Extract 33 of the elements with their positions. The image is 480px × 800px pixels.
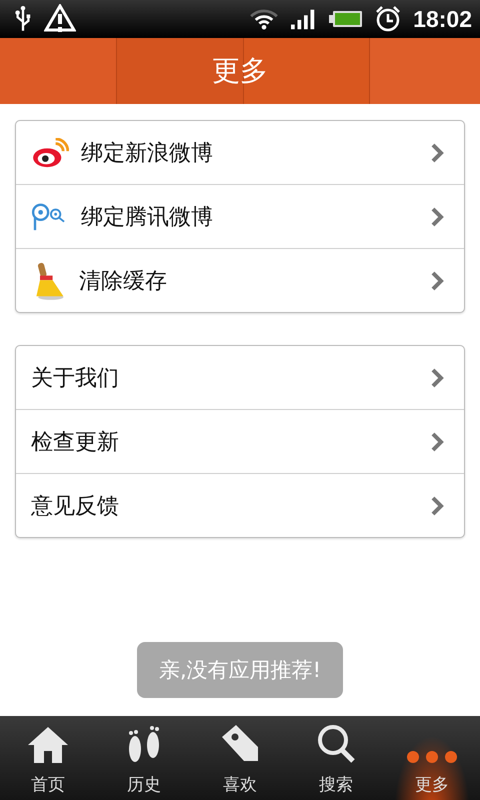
chevron-right-icon [430, 494, 444, 516]
home-icon [26, 725, 70, 765]
tab[interactable]: 搜索 [288, 716, 384, 800]
page-title: 更多 [212, 53, 268, 89]
settings-row[interactable]: 绑定新浪微博 [16, 121, 464, 184]
toast-message: 亲,没有应用推荐! [136, 642, 344, 698]
settings-row[interactable]: 清除缓存 [16, 248, 464, 312]
settings-row[interactable]: 检查更新 [16, 409, 464, 473]
battery-icon [329, 10, 364, 28]
settings-row[interactable]: 绑定腾讯微博 [16, 184, 464, 248]
clock-time: 18:02 [413, 6, 472, 32]
row-label: 绑定新浪微博 [81, 140, 214, 168]
eye-logo-icon [31, 138, 69, 168]
chevron-right-icon [430, 142, 444, 164]
tab[interactable]: 喜欢 [192, 716, 288, 800]
row-label: 绑定腾讯微博 [81, 204, 214, 232]
row-label: 检查更新 [31, 428, 120, 456]
row-label: 清除缓存 [79, 268, 168, 296]
chevron-right-icon [430, 270, 444, 292]
tab[interactable]: 历史 [96, 716, 192, 800]
chevron-right-icon [430, 430, 444, 452]
wifi-icon [249, 8, 280, 30]
settings-row[interactable]: 意见反馈 [16, 473, 464, 537]
warning-icon [44, 4, 76, 34]
row-label: 意见反馈 [31, 492, 120, 520]
settings-row[interactable]: 关于我们 [16, 346, 464, 409]
chevron-right-icon [430, 206, 444, 228]
row-label: 关于我们 [31, 364, 120, 392]
more-dots-icon [406, 749, 458, 765]
chevron-right-icon [430, 366, 444, 388]
alarm-clock-icon [375, 5, 402, 33]
tab[interactable]: 首页 [0, 716, 96, 800]
usb-icon [14, 5, 32, 33]
